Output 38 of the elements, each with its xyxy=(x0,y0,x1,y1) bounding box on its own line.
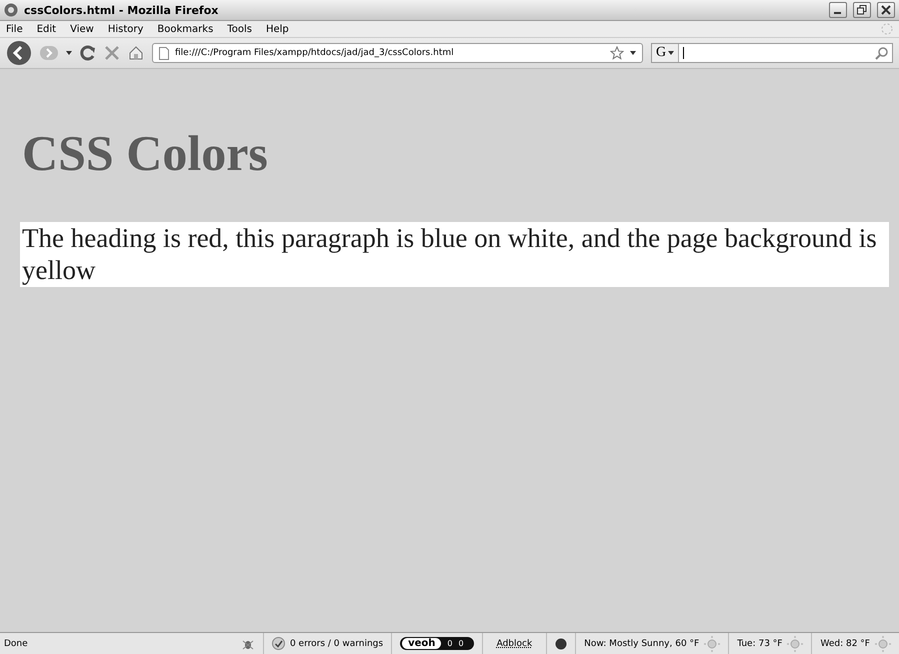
weather-text: Now: Mostly Sunny, 60 °F xyxy=(584,638,700,648)
star-icon[interactable] xyxy=(610,46,624,60)
dropdown-arrow-icon[interactable] xyxy=(668,51,674,55)
adblock-label[interactable]: Adblock xyxy=(496,638,532,648)
validator-text[interactable]: 0 errors / 0 warnings xyxy=(290,638,384,648)
restore-icon xyxy=(857,5,867,15)
sun-icon xyxy=(875,636,891,652)
weather-text: Wed: 82 °F xyxy=(820,638,870,648)
home-button[interactable] xyxy=(128,45,144,61)
throbber-icon xyxy=(881,23,893,35)
page-heading: CSS Colors xyxy=(22,124,268,182)
search-field[interactable]: G xyxy=(651,43,893,63)
menu-item[interactable]: View xyxy=(70,24,94,34)
menu-item[interactable]: Tools xyxy=(227,24,252,34)
restore-button[interactable] xyxy=(853,2,871,18)
menu-item[interactable]: Help xyxy=(266,24,289,34)
page-icon xyxy=(159,46,169,60)
close-icon xyxy=(881,5,891,15)
sun-icon xyxy=(787,636,804,652)
menu-item[interactable]: History xyxy=(108,24,144,34)
minimize-button[interactable] xyxy=(829,2,847,18)
address-bar[interactable]: file:///C:/Program Files/xampp/htdocs/jad/jad_3/cssColors.html xyxy=(152,43,643,63)
dropdown-arrow-icon[interactable] xyxy=(66,51,72,55)
menu-item[interactable]: File xyxy=(6,24,23,34)
dropdown-arrow-icon[interactable] xyxy=(630,51,636,55)
reload-button[interactable] xyxy=(80,45,96,61)
close-button[interactable] xyxy=(877,2,895,18)
paragraph: The heading is red, this paragraph is blue on white, and the page background is yellow xyxy=(20,222,889,287)
back-button[interactable] xyxy=(6,40,32,66)
menu-item[interactable]: Edit xyxy=(36,24,56,34)
window-title: cssColors.html - Mozilla Firefox xyxy=(24,4,218,16)
checkmark-icon xyxy=(272,637,285,650)
status-text: Done xyxy=(3,638,29,648)
menu-item[interactable]: Bookmarks xyxy=(157,24,214,34)
search-icon[interactable] xyxy=(875,46,889,60)
weather-text: Tue: 73 °F xyxy=(737,638,782,648)
veoh-widget[interactable]: veoh 0 0 xyxy=(400,637,474,650)
circle-icon xyxy=(555,638,568,650)
